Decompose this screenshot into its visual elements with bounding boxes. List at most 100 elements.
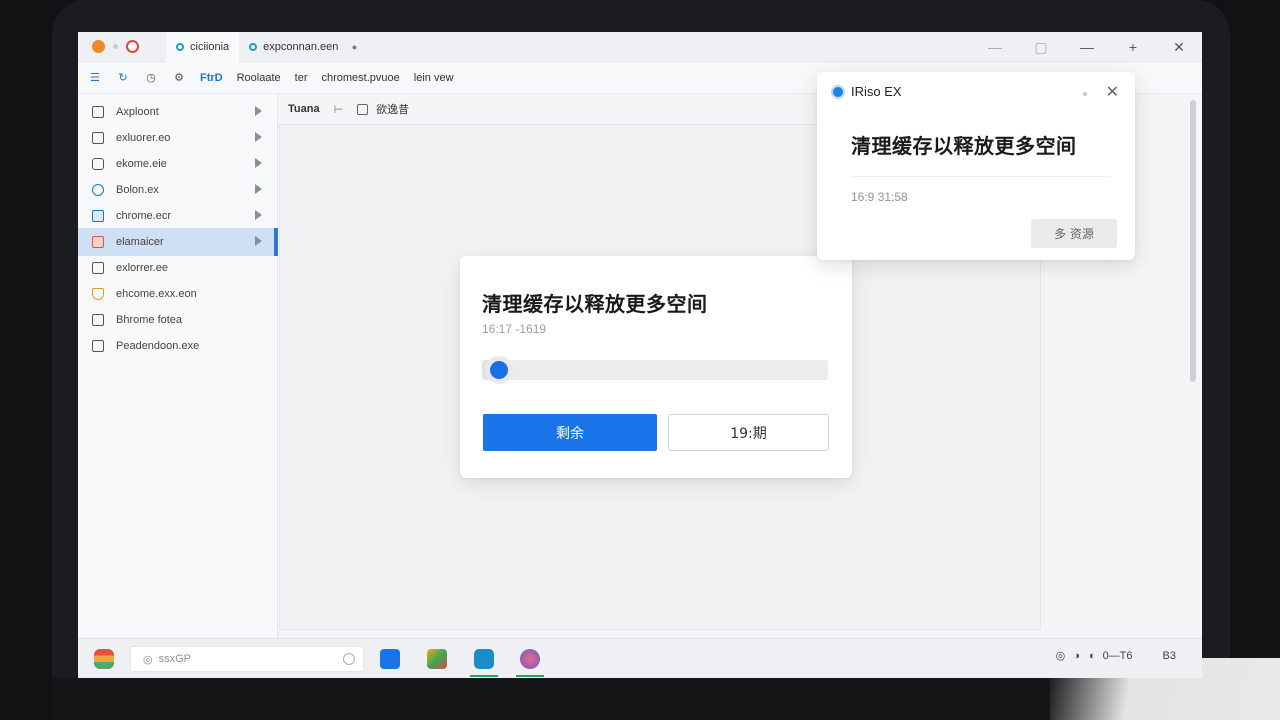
checkbox[interactable] xyxy=(357,103,369,115)
window-badges xyxy=(78,40,166,53)
screen: ciciionia expconnan.een ● — ▢ — + ✕ ☰ ↻ … xyxy=(78,32,1202,678)
close-button[interactable]: ✕ xyxy=(1156,32,1202,62)
file-icon xyxy=(92,132,104,144)
window-icon xyxy=(92,158,104,170)
menu-icon[interactable]: ☰ xyxy=(88,71,102,85)
chevron-right-icon[interactable] xyxy=(255,184,262,194)
sidebar: Axploont exluorer.eo ekome.eie Bolon.ex … xyxy=(78,94,278,640)
notification-popup: IRiso EX ✕ 清理缓存以释放更多空间 16:9 31:58 多 资源 xyxy=(817,72,1135,260)
search-icon: ◎ xyxy=(143,653,153,666)
sidebar-item-ekome[interactable]: ekome.eie xyxy=(78,150,278,178)
sidebar-item-elamaicer[interactable]: elamaicer xyxy=(78,228,278,256)
progress-handle[interactable] xyxy=(485,356,514,384)
sidebar-item-label: Bhrome fotea xyxy=(116,314,183,326)
sidebar-item-label: ehcome.exx.eon xyxy=(116,288,197,300)
progress-bar xyxy=(482,356,828,384)
settings-icon[interactable]: ⚙ xyxy=(172,71,186,85)
tab-label: ciciionia xyxy=(190,40,230,53)
photos-icon[interactable] xyxy=(427,649,447,669)
system-tray: ◎ ◑ ◖ 0—T6 B3 xyxy=(1056,649,1176,663)
sidebar-item-label: chrome.ecr xyxy=(116,210,172,222)
minimize-icon[interactable]: — xyxy=(972,32,1018,62)
secondary-button[interactable]: 19:期 xyxy=(668,414,829,451)
sidebar-item-peadendoon[interactable]: Peadendoon.exe xyxy=(78,332,278,360)
main-title: Tuana xyxy=(288,103,320,115)
new-window-button[interactable]: + xyxy=(1110,32,1156,62)
notification-action-button[interactable]: 多 资源 xyxy=(1031,219,1117,248)
app-logo-icon xyxy=(831,84,845,99)
sidebar-item-label: exluorer.eo xyxy=(116,132,171,144)
sidebar-item-label: ekome.eie xyxy=(116,158,167,170)
tray-clock[interactable]: 0—T6 xyxy=(1103,650,1133,662)
active-indicator xyxy=(470,675,498,677)
main-header-label: 欲逸昔 xyxy=(376,104,410,116)
restore-icon[interactable]: ▢ xyxy=(1018,32,1064,62)
close-icon[interactable]: ✕ xyxy=(1106,82,1119,102)
chevron-right-icon[interactable] xyxy=(255,132,262,142)
sound-icon[interactable]: ◑ xyxy=(1073,650,1080,662)
sidebar-item-exlorrer[interactable]: exlorrer.ee xyxy=(78,254,278,282)
title-bar: ciciionia expconnan.een ● — ▢ — + ✕ xyxy=(78,32,1202,62)
tab-close-icon[interactable]: ● xyxy=(352,42,357,52)
browser-icon[interactable] xyxy=(474,649,494,669)
notification-title: 清理缓存以释放更多空间 xyxy=(851,136,1077,158)
taskbar-search[interactable]: ◎ ssxGP xyxy=(130,646,364,672)
chevron-right-icon[interactable] xyxy=(255,236,262,246)
tab-ciciionia[interactable]: ciciionia xyxy=(166,32,240,62)
record-icon[interactable] xyxy=(126,40,139,53)
sidebar-item-label: Bolon.ex xyxy=(116,184,159,196)
toolbar-item-view[interactable]: lein vew xyxy=(414,72,454,84)
sidebar-item-label: exlorrer.ee xyxy=(116,262,168,274)
chevron-right-icon[interactable] xyxy=(255,210,262,220)
search-placeholder: ssxGP xyxy=(158,653,192,665)
sidebar-item-exluorer[interactable]: exluorer.eo xyxy=(78,124,278,152)
shield-icon xyxy=(92,210,104,222)
cleanup-dialog: 清理缓存以释放更多空间 16:17 -1619 剩余 19:期 xyxy=(460,256,852,478)
vertical-scrollbar[interactable] xyxy=(1190,100,1196,382)
profile-icon[interactable] xyxy=(520,649,540,669)
sidebar-item-bolon[interactable]: Bolon.ex xyxy=(78,176,278,204)
history-icon[interactable]: ◷ xyxy=(144,71,158,85)
notification-header: IRiso EX xyxy=(831,84,902,99)
sidebar-item-label: Peadendoon.exe xyxy=(116,340,200,352)
briefcase-icon xyxy=(92,236,104,248)
sidebar-item-label: elamaicer xyxy=(116,236,164,248)
wifi-icon[interactable]: ◎ xyxy=(1056,649,1066,662)
mic-icon[interactable] xyxy=(343,653,355,665)
document-icon xyxy=(92,340,104,352)
tab-ring-icon xyxy=(249,42,258,51)
refresh-icon[interactable]: ↻ xyxy=(116,71,130,85)
primary-button[interactable]: 剩余 xyxy=(483,414,657,451)
toolbar-item-roolaate[interactable]: Roolaate xyxy=(237,72,281,84)
tab-expconnan[interactable]: expconnan.een ● xyxy=(239,32,367,62)
more-icon[interactable] xyxy=(1083,92,1087,96)
minimize-button[interactable]: — xyxy=(1064,32,1110,62)
toolbar-item-chromest[interactable]: chromest.pvuoe xyxy=(322,72,400,84)
bookmark-icon xyxy=(92,288,104,300)
taskbar: ◎ ssxGP ◎ ◑ ◖ 0—T6 B3 xyxy=(78,638,1202,678)
divider xyxy=(851,176,1111,177)
app-icon[interactable] xyxy=(92,40,105,53)
chevron-right-icon[interactable] xyxy=(255,106,262,116)
toolbar-item-ftrd[interactable]: FtrD xyxy=(200,72,223,84)
active-indicator xyxy=(516,675,544,677)
dot-icon xyxy=(113,44,118,49)
user-icon xyxy=(92,184,104,196)
sidebar-item-chrome[interactable]: chrome.ecr xyxy=(78,202,278,230)
sidebar-item-label: Axploont xyxy=(116,106,159,118)
store-icon[interactable] xyxy=(380,649,400,669)
sidebar-item-bhrome[interactable]: Bhrome fotea xyxy=(78,306,278,334)
start-icon[interactable] xyxy=(94,649,114,669)
battery-icon[interactable]: ◖ xyxy=(1088,650,1095,662)
file-icon xyxy=(92,106,104,118)
chevron-right-icon[interactable] xyxy=(255,158,262,168)
toolbar-item-ter[interactable]: ter xyxy=(295,72,308,84)
flag-icon[interactable]: ⊢ xyxy=(334,103,344,116)
notification-app-name: IRiso EX xyxy=(851,84,902,99)
sidebar-item-ehcome[interactable]: ehcome.exx.eon xyxy=(78,280,278,308)
dialog-title: 清理缓存以释放更多空间 xyxy=(482,294,708,316)
tray-end[interactable]: B3 xyxy=(1163,650,1176,662)
tab-ring-icon xyxy=(176,42,184,51)
sidebar-item-axploont[interactable]: Axploont xyxy=(78,98,278,126)
tab-label: expconnan.een xyxy=(263,40,339,53)
